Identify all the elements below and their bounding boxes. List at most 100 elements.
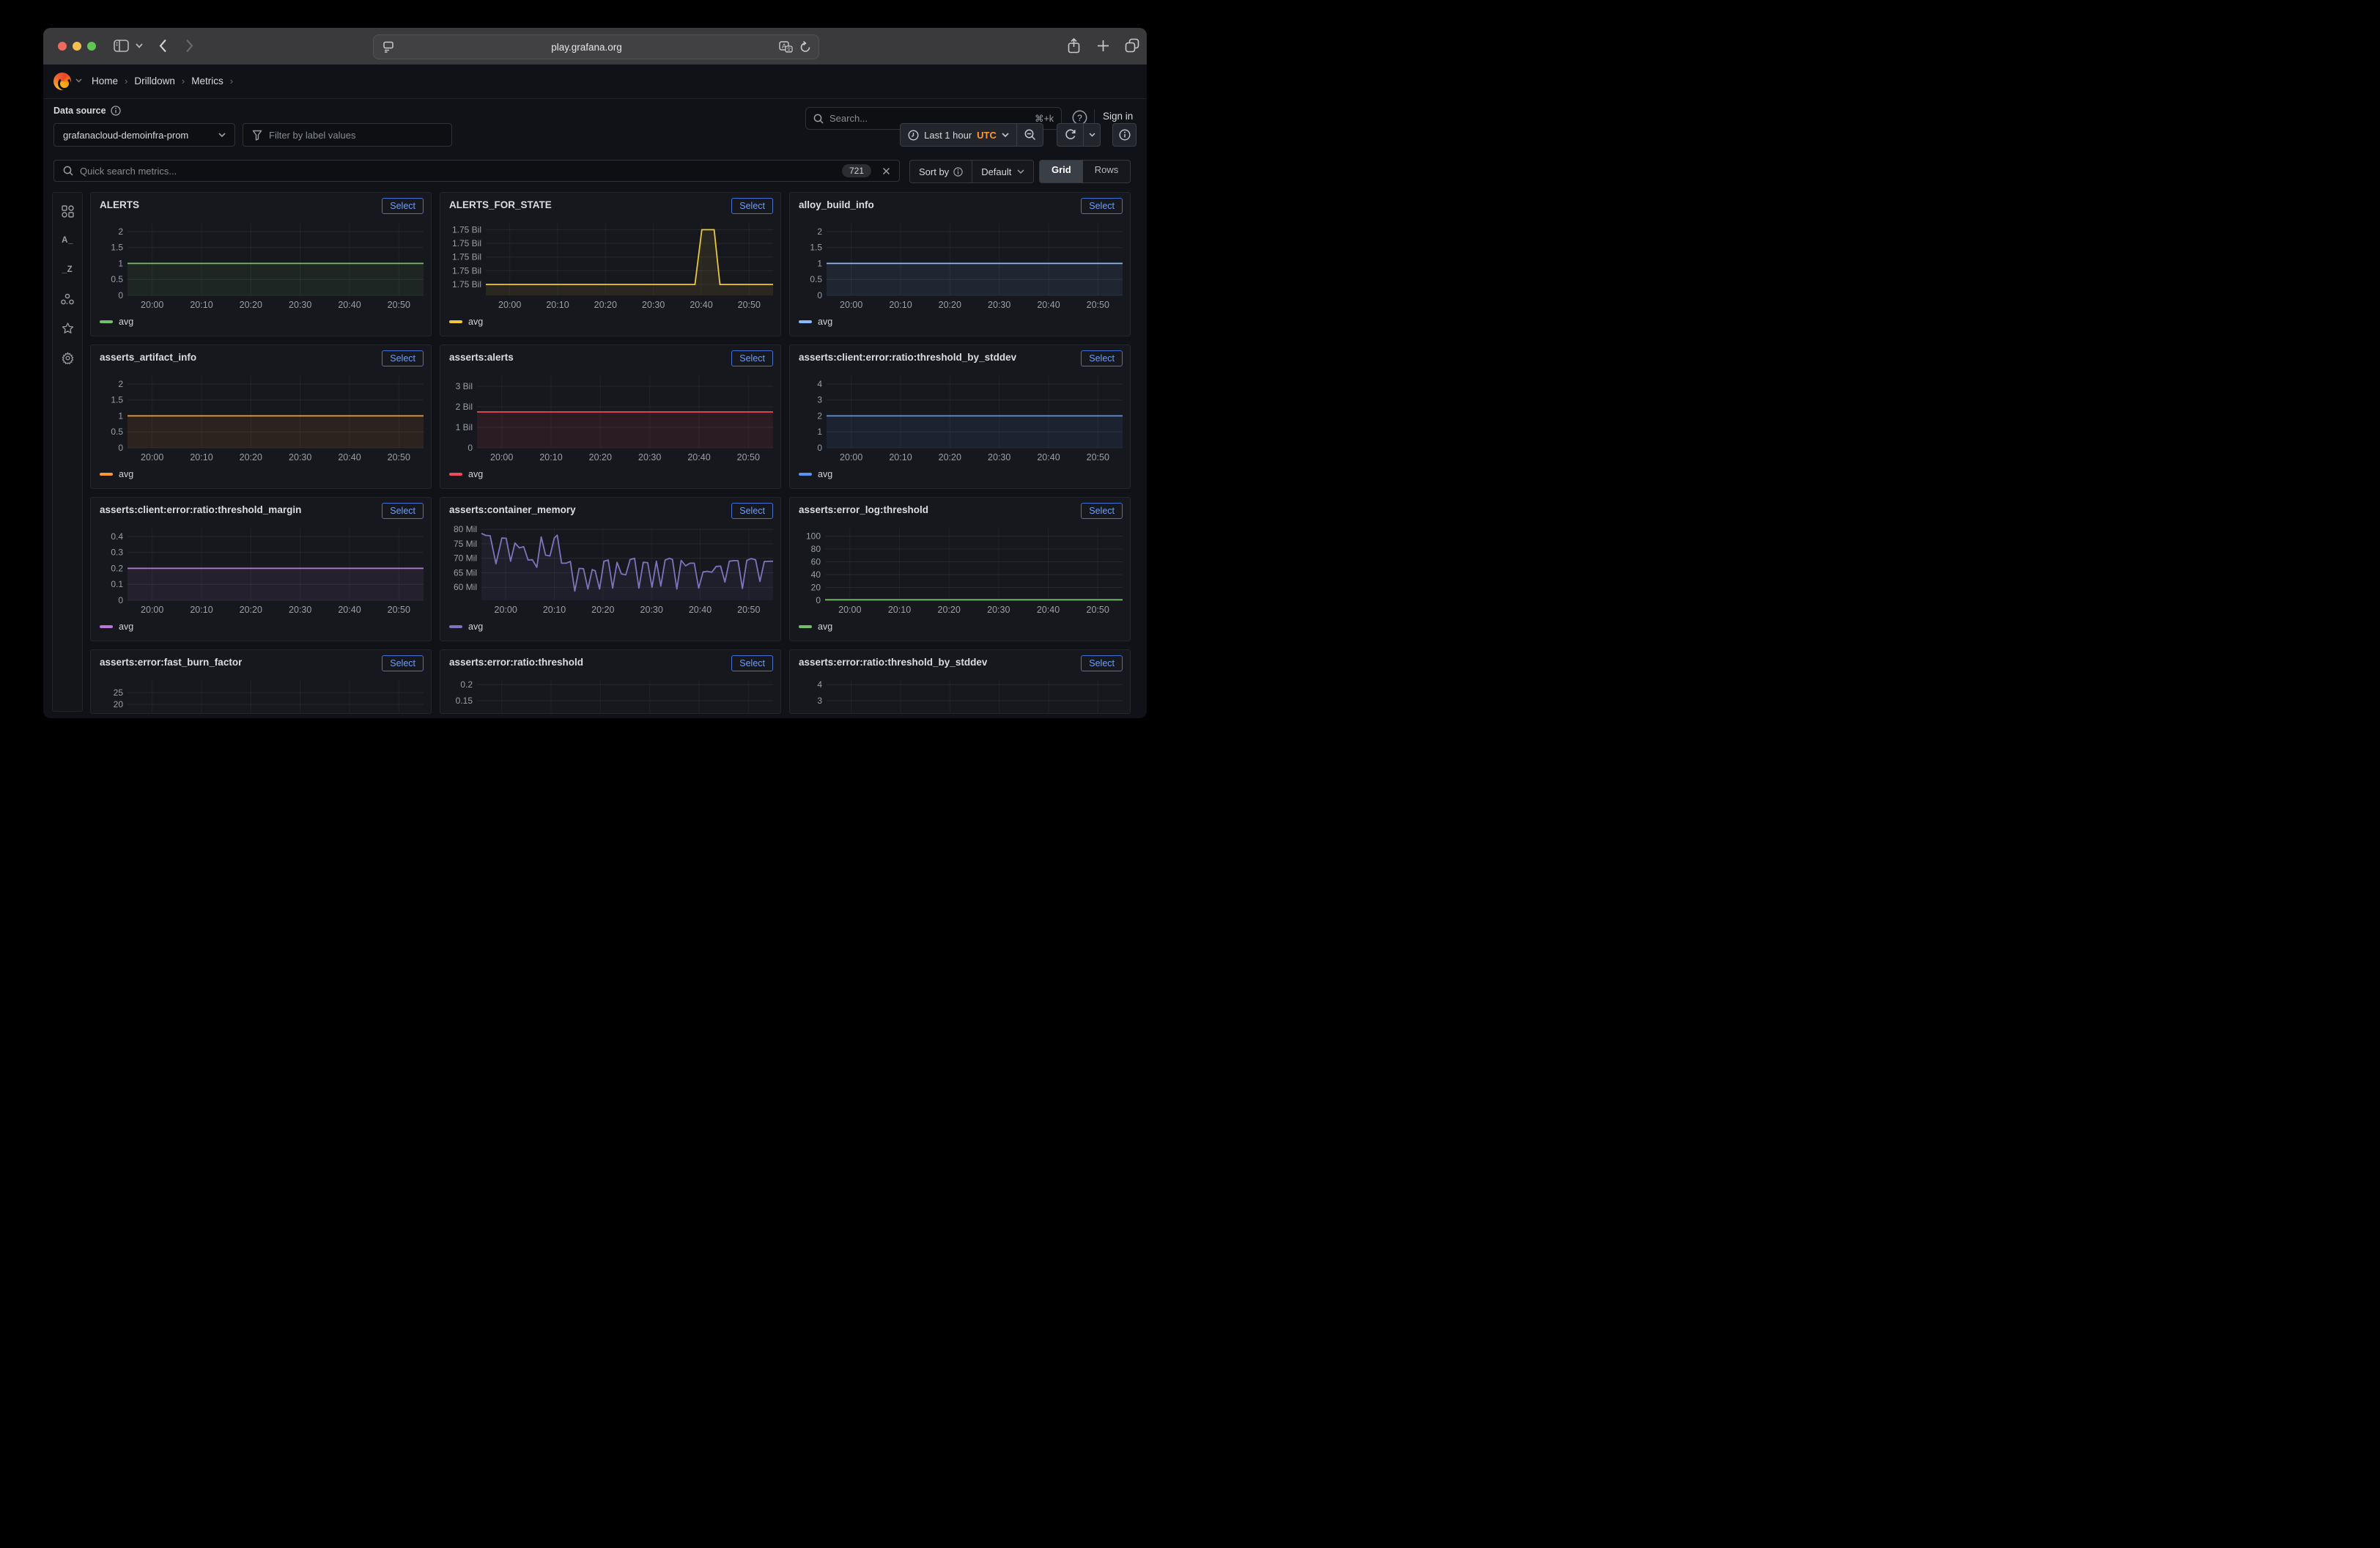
metric-panel: 0.20.15asserts:error:ratio:thresholdSele… bbox=[440, 649, 781, 714]
svg-text:20:10: 20:10 bbox=[889, 452, 912, 462]
panel-title: asserts:alerts bbox=[449, 352, 514, 363]
svg-text:3 Bil: 3 Bil bbox=[456, 381, 473, 391]
svg-text:1.75 Bil: 1.75 Bil bbox=[452, 279, 481, 290]
reload-icon[interactable] bbox=[799, 41, 811, 54]
svg-text:3: 3 bbox=[817, 395, 822, 405]
svg-text:100: 100 bbox=[806, 531, 821, 542]
zoom-out-time-button[interactable] bbox=[1017, 123, 1043, 147]
svg-text:20:00: 20:00 bbox=[490, 452, 513, 462]
view-rows-button[interactable]: Rows bbox=[1083, 161, 1131, 183]
refresh-button[interactable] bbox=[1057, 123, 1084, 147]
clock-icon bbox=[908, 130, 919, 141]
view-grid-button[interactable]: Grid bbox=[1040, 161, 1083, 183]
svg-text:20:10: 20:10 bbox=[190, 300, 212, 310]
time-range-picker[interactable]: Last 1 hour UTC bbox=[900, 123, 1017, 147]
metric-panel: 4321020:0020:1020:2020:3020:4020:50asser… bbox=[789, 344, 1131, 489]
breadcrumb-drilldown[interactable]: Drilldown bbox=[134, 75, 175, 86]
chevron-down-icon bbox=[1017, 169, 1024, 174]
svg-text:1.75 Bil: 1.75 Bil bbox=[452, 252, 481, 262]
sidebar-button-bookmarks[interactable] bbox=[53, 316, 82, 341]
svg-text:20:50: 20:50 bbox=[388, 605, 410, 615]
filter-placeholder: Filter by label values bbox=[269, 130, 356, 141]
svg-text:20:20: 20:20 bbox=[591, 605, 614, 615]
svg-text:20:10: 20:10 bbox=[539, 452, 562, 462]
chevron-down-icon bbox=[1002, 133, 1009, 138]
maximize-window-button[interactable] bbox=[87, 42, 96, 51]
select-button[interactable]: Select bbox=[731, 655, 773, 671]
grafana-logo[interactable] bbox=[53, 73, 71, 90]
select-button[interactable]: Select bbox=[382, 655, 424, 671]
quick-search-input[interactable]: Quick search metrics... 721 bbox=[53, 160, 900, 182]
legend-color-dash bbox=[100, 625, 113, 628]
svg-text:2: 2 bbox=[118, 379, 123, 389]
legend-label: avg bbox=[818, 317, 832, 327]
tab-overview-icon[interactable] bbox=[1125, 38, 1139, 53]
metric-panel: 21.510.5020:0020:1020:2020:3020:4020:50a… bbox=[90, 344, 432, 489]
select-button[interactable]: Select bbox=[1081, 503, 1123, 519]
refresh-controls bbox=[1057, 123, 1101, 147]
select-button[interactable]: Select bbox=[1081, 198, 1123, 214]
svg-text:?: ? bbox=[1077, 113, 1082, 123]
svg-text:20:40: 20:40 bbox=[690, 300, 712, 310]
sidebar-toggle-icon[interactable] bbox=[114, 40, 129, 52]
svg-text:0: 0 bbox=[817, 443, 822, 453]
breadcrumb-home[interactable]: Home bbox=[92, 75, 118, 86]
legend-color-dash bbox=[799, 320, 812, 323]
quick-search-placeholder: Quick search metrics... bbox=[80, 166, 835, 177]
share-icon[interactable] bbox=[1068, 38, 1080, 54]
svg-text:20:50: 20:50 bbox=[738, 300, 761, 310]
svg-text:20:20: 20:20 bbox=[939, 300, 961, 310]
panel-title: asserts:error:ratio:threshold bbox=[449, 657, 583, 668]
info-icon[interactable] bbox=[953, 167, 963, 177]
org-switcher-chevron-icon[interactable] bbox=[75, 78, 82, 83]
new-tab-icon[interactable] bbox=[1097, 40, 1109, 52]
info-button[interactable] bbox=[1112, 123, 1137, 147]
sort-by-label-segment: Sort by bbox=[910, 161, 972, 183]
search-shortcut-badge: ⌘+k bbox=[1035, 113, 1054, 124]
minimize-window-button[interactable] bbox=[73, 42, 81, 51]
svg-text:1.5: 1.5 bbox=[111, 243, 123, 253]
sign-in-link[interactable]: Sign in bbox=[1103, 111, 1133, 122]
select-button[interactable]: Select bbox=[731, 198, 773, 214]
sidebar-button-groups[interactable] bbox=[53, 287, 82, 312]
metric-panel: 43asserts:error:ratio:threshold_by_stdde… bbox=[789, 649, 1131, 714]
select-button[interactable]: Select bbox=[382, 198, 424, 214]
breadcrumb-metrics[interactable]: Metrics bbox=[191, 75, 223, 86]
svg-text:0: 0 bbox=[118, 290, 123, 301]
translate-icon[interactable]: A文 bbox=[779, 41, 794, 54]
label-filter-input[interactable]: Filter by label values bbox=[243, 123, 452, 147]
svg-text:20:30: 20:30 bbox=[289, 300, 311, 310]
sidebar-button-suffix-filter[interactable]: _Z bbox=[53, 257, 82, 282]
sidebar-button-settings[interactable] bbox=[53, 345, 82, 370]
svg-text:0: 0 bbox=[118, 595, 123, 605]
panel-chart: 1.75 Bil1.75 Bil1.75 Bil1.75 Bil1.75 Bil… bbox=[440, 193, 781, 336]
legend-color-dash bbox=[100, 320, 113, 323]
select-button[interactable]: Select bbox=[1081, 655, 1123, 671]
close-window-button[interactable] bbox=[58, 42, 67, 51]
select-button[interactable]: Select bbox=[1081, 350, 1123, 366]
select-button[interactable]: Select bbox=[382, 350, 424, 366]
browser-window: play.grafana.org A文 bbox=[43, 28, 1147, 718]
data-source-label: Data source bbox=[53, 106, 106, 116]
svg-text:20:20: 20:20 bbox=[938, 605, 961, 615]
forward-button[interactable] bbox=[185, 39, 193, 53]
sidebar-button-apps[interactable] bbox=[53, 199, 82, 224]
select-button[interactable]: Select bbox=[731, 503, 773, 519]
svg-text:0.5: 0.5 bbox=[111, 427, 123, 437]
page-format-icon[interactable] bbox=[382, 41, 394, 53]
svg-text:1.75 Bil: 1.75 Bil bbox=[452, 238, 481, 248]
data-source-select[interactable]: grafanacloud-demoinfra-prom bbox=[53, 123, 235, 147]
clear-search-icon[interactable] bbox=[882, 167, 890, 175]
sort-by-select[interactable]: Default bbox=[972, 161, 1033, 183]
svg-text:1: 1 bbox=[817, 258, 822, 268]
info-icon[interactable] bbox=[111, 106, 121, 116]
address-bar[interactable]: play.grafana.org A文 bbox=[373, 34, 819, 59]
select-button[interactable]: Select bbox=[382, 503, 424, 519]
sidebar-button-prefix-filter[interactable]: A_ bbox=[53, 228, 82, 253]
legend-color-dash bbox=[449, 320, 462, 323]
back-button[interactable] bbox=[159, 39, 167, 53]
svg-text:4: 4 bbox=[817, 679, 822, 690]
refresh-interval-chevron[interactable] bbox=[1084, 123, 1101, 147]
sidebar-chevron-icon[interactable] bbox=[136, 43, 143, 48]
select-button[interactable]: Select bbox=[731, 350, 773, 366]
